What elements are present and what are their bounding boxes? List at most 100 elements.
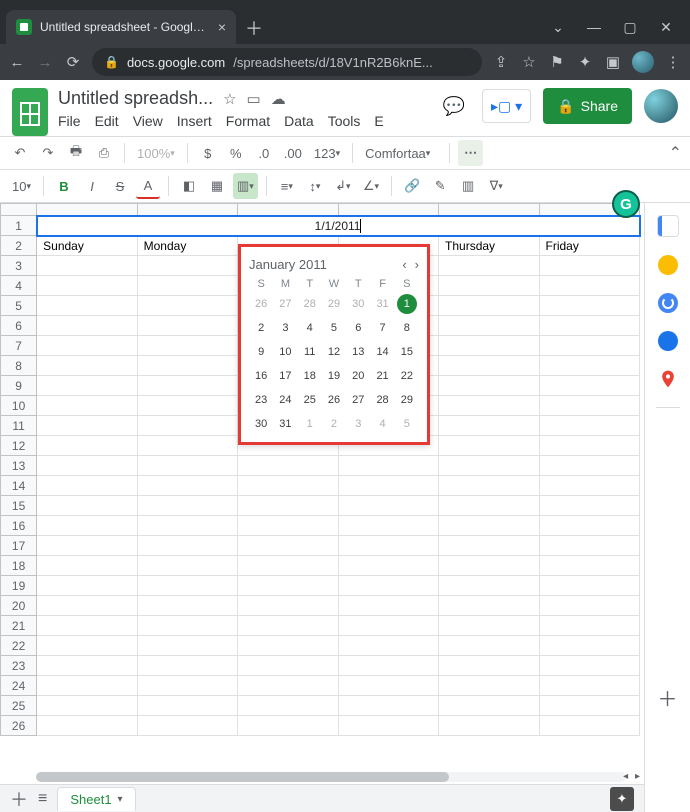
account-avatar[interactable] [644, 89, 678, 123]
cell[interactable] [37, 396, 137, 416]
cell[interactable] [137, 616, 237, 636]
cell[interactable] [137, 436, 237, 456]
calendar-addon-icon[interactable] [657, 215, 679, 237]
cell[interactable] [238, 456, 338, 476]
cell[interactable] [338, 476, 438, 496]
cell[interactable] [338, 516, 438, 536]
datepicker-day[interactable]: 29 [322, 294, 346, 314]
cell[interactable] [137, 356, 237, 376]
row-header[interactable]: 18 [1, 556, 37, 576]
cell[interactable] [137, 516, 237, 536]
col-header[interactable] [137, 204, 237, 216]
cell[interactable] [539, 316, 640, 336]
cell[interactable] [37, 276, 137, 296]
cell[interactable] [439, 556, 539, 576]
cell[interactable] [539, 436, 640, 456]
cell[interactable] [539, 476, 640, 496]
row-header[interactable]: 23 [1, 656, 37, 676]
star-icon[interactable]: ☆ [223, 90, 236, 108]
datepicker-day[interactable]: 23 [249, 390, 273, 410]
cell[interactable] [37, 656, 137, 676]
cell[interactable] [439, 436, 539, 456]
cell[interactable] [338, 536, 438, 556]
datepicker-day[interactable]: 3 [273, 318, 297, 338]
reload-icon[interactable]: ⟳ [64, 53, 82, 71]
cell[interactable] [338, 696, 438, 716]
cell[interactable] [137, 316, 237, 336]
cell[interactable] [37, 496, 137, 516]
datepicker-day[interactable]: 7 [370, 318, 394, 338]
datepicker-day[interactable]: 20 [346, 366, 370, 386]
active-cell[interactable]: 1/1/2011 [37, 216, 640, 236]
row-header[interactable]: 2 [1, 236, 37, 256]
chevron-down-icon[interactable]: ⌄ [544, 19, 572, 36]
undo-icon[interactable]: ↶ [8, 140, 32, 166]
wrap-button[interactable]: ↲ [331, 173, 355, 199]
datepicker-day[interactable]: 10 [273, 342, 297, 362]
cell[interactable] [539, 396, 640, 416]
datepicker-day[interactable]: 4 [370, 414, 394, 434]
cell[interactable] [539, 596, 640, 616]
cell[interactable] [439, 276, 539, 296]
cell[interactable] [37, 456, 137, 476]
datepicker-day[interactable]: 1 [298, 414, 322, 434]
halign-button[interactable]: ≡ [275, 173, 299, 199]
percent-button[interactable]: % [224, 140, 248, 166]
cell[interactable] [539, 516, 640, 536]
menu-e[interactable]: E [374, 113, 383, 129]
share-button[interactable]: 🔒 Share [543, 88, 632, 124]
row-header[interactable]: 17 [1, 536, 37, 556]
cell[interactable] [37, 636, 137, 656]
row-header[interactable]: 20 [1, 596, 37, 616]
minimize-icon[interactable]: — [580, 19, 608, 36]
cell[interactable] [37, 576, 137, 596]
cell[interactable] [539, 496, 640, 516]
datepicker-day[interactable]: 17 [273, 366, 297, 386]
datepicker-day[interactable]: 2 [322, 414, 346, 434]
cell[interactable] [37, 436, 137, 456]
row-header[interactable]: 9 [1, 376, 37, 396]
fill-color-icon[interactable]: ◧ [177, 173, 201, 199]
cloud-status-icon[interactable]: ☁ [271, 90, 286, 108]
cell[interactable] [37, 556, 137, 576]
cell[interactable] [238, 596, 338, 616]
kebab-menu-icon[interactable]: ⋮ [664, 53, 682, 71]
move-icon[interactable]: ▭ [247, 90, 261, 108]
datepicker-prev-icon[interactable]: ‹ [402, 257, 406, 272]
cell[interactable] [439, 696, 539, 716]
tasks-addon-icon[interactable] [658, 293, 678, 313]
cell[interactable] [439, 496, 539, 516]
datepicker-day[interactable]: 5 [395, 414, 419, 434]
row-header[interactable]: 21 [1, 616, 37, 636]
cell[interactable] [539, 276, 640, 296]
col-header[interactable] [439, 204, 539, 216]
cell[interactable] [439, 396, 539, 416]
reader-icon[interactable]: ▣ [604, 53, 622, 71]
menu-file[interactable]: File [58, 113, 81, 129]
datepicker-day[interactable]: 8 [395, 318, 419, 338]
cell[interactable] [137, 576, 237, 596]
number-format-button[interactable]: 123 [310, 140, 344, 166]
get-addons-icon[interactable]: ＋ [658, 683, 678, 712]
cell[interactable] [338, 716, 438, 736]
cell[interactable] [137, 496, 237, 516]
datepicker-day[interactable]: 15 [395, 342, 419, 362]
back-icon[interactable]: ← [8, 54, 26, 71]
cell[interactable] [539, 536, 640, 556]
cell[interactable] [238, 576, 338, 596]
cell[interactable]: Monday [137, 236, 237, 256]
cell[interactable] [439, 676, 539, 696]
datepicker-day[interactable]: 2 [249, 318, 273, 338]
menu-tools[interactable]: Tools [328, 113, 361, 129]
cell[interactable] [539, 716, 640, 736]
datepicker-day[interactable]: 16 [249, 366, 273, 386]
paint-format-icon[interactable]: ⎙ [92, 140, 116, 166]
cell[interactable] [238, 616, 338, 636]
cell[interactable] [238, 496, 338, 516]
cell[interactable] [238, 556, 338, 576]
datepicker-day[interactable]: 6 [346, 318, 370, 338]
cell[interactable] [539, 296, 640, 316]
cell[interactable] [539, 576, 640, 596]
decrease-decimals-button[interactable]: .0 [252, 140, 276, 166]
cell[interactable] [439, 456, 539, 476]
